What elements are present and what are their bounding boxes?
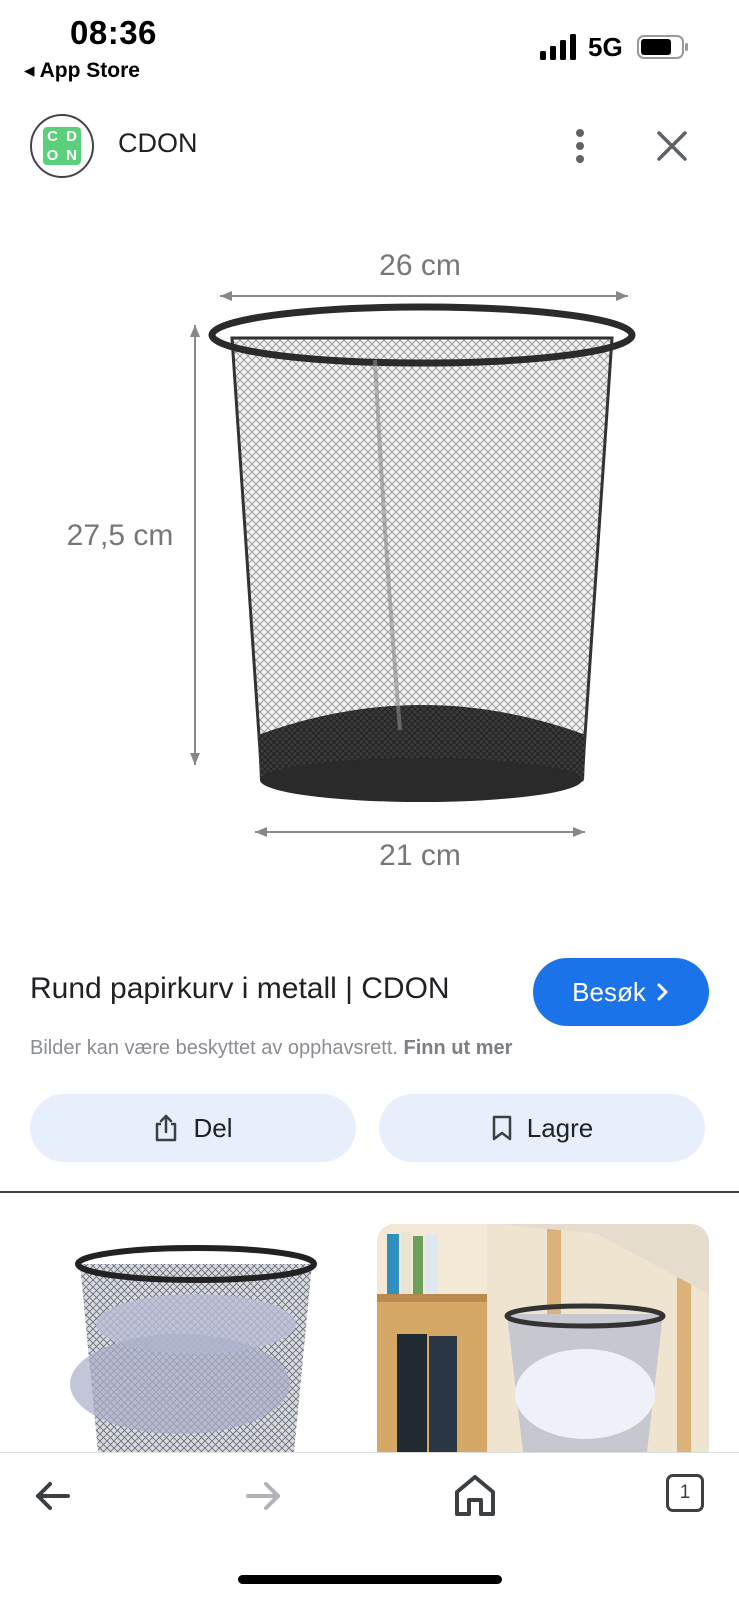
site-logo: C D O N	[30, 114, 94, 178]
save-button[interactable]: Lagre	[379, 1094, 705, 1162]
status-time: 08:36	[70, 14, 157, 51]
cellular-signal-icon	[540, 34, 576, 60]
copyright-text: Bilder kan være beskyttet av opphavsrett…	[30, 1037, 398, 1059]
copyright-notice: Bilder kan være beskyttet av opphavsrett…	[30, 1037, 512, 1060]
share-icon	[156, 1114, 177, 1142]
dimension-width: 26 cm	[379, 249, 461, 282]
save-label: Lagre	[526, 1112, 594, 1143]
arrow-forward-icon[interactable]	[242, 1474, 286, 1518]
dimension-base: 21 cm	[379, 839, 461, 872]
divider	[0, 1191, 739, 1193]
product-image[interactable]: 26 cm 27,5 cm 21 cm	[40, 220, 700, 900]
logo-letter: N	[66, 147, 77, 164]
logo-letter: C	[47, 128, 58, 145]
home-indicator	[238, 1575, 502, 1584]
cdon-logo-mark: C D O N	[43, 127, 81, 165]
learn-more-link[interactable]: Finn ut mer	[404, 1037, 513, 1059]
more-vert-icon[interactable]	[560, 124, 600, 168]
result-title[interactable]: Rund papirkurv i metall | CDON	[30, 972, 450, 1006]
related-image[interactable]	[30, 1224, 362, 1452]
dimension-height: 27,5 cm	[67, 519, 174, 552]
visit-button[interactable]: Besøk	[533, 958, 709, 1026]
share-label: Del	[193, 1112, 233, 1143]
logo-letter: D	[66, 128, 77, 145]
network-type: 5G	[588, 32, 623, 62]
back-to-app-store-link[interactable]: ◂ App Store	[24, 58, 140, 83]
close-icon[interactable]	[650, 124, 694, 168]
chevron-right-icon	[657, 983, 668, 1001]
visit-label: Besøk	[572, 976, 646, 1007]
bookmark-icon	[492, 1115, 511, 1141]
share-button[interactable]: Del	[30, 1094, 356, 1162]
home-icon[interactable]	[452, 1472, 498, 1518]
logo-letter: O	[46, 147, 59, 164]
arrow-back-icon[interactable]	[30, 1474, 74, 1518]
battery-icon	[637, 35, 688, 59]
tab-switcher-button[interactable]: 1	[666, 1474, 704, 1512]
site-name: CDON	[118, 128, 198, 158]
related-image[interactable]	[377, 1224, 709, 1452]
